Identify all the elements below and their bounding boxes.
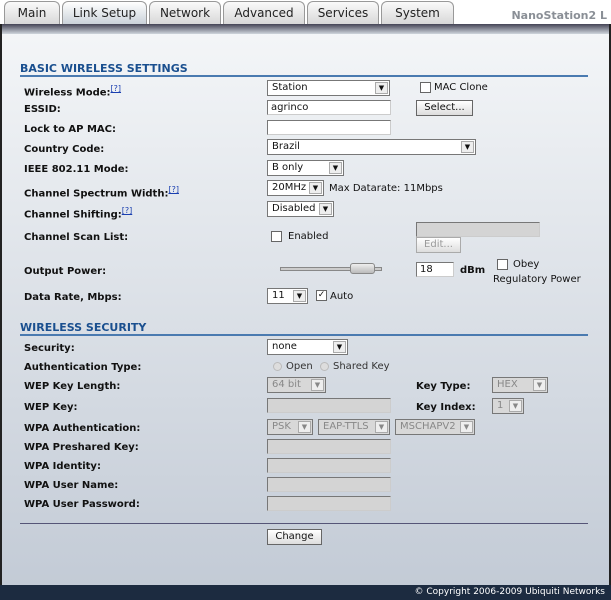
divider [20, 334, 588, 336]
help-link[interactable]: [?] [111, 84, 122, 93]
wep-length-select[interactable]: 64 bit ▼ [267, 377, 326, 393]
footer-copyright: © Copyright 2006-2009 Ubiquiti Networks [0, 585, 611, 600]
wpa-username-label: WPA User Name: [24, 480, 119, 491]
auto-label: Auto [330, 291, 354, 302]
wep-length-label: WEP Key Length: [24, 381, 121, 392]
wpa-username-input[interactable] [267, 477, 391, 492]
mac-clone-label: MAC Clone [434, 82, 488, 93]
shared-key-label: Shared Key [333, 361, 390, 372]
data-rate-label: Data Rate, Mbps: [24, 292, 122, 303]
obey-regulatory-checkbox[interactable] [497, 259, 508, 270]
chevron-down-icon: ▼ [460, 421, 473, 433]
chevron-down-icon: ▼ [309, 182, 322, 194]
change-button[interactable]: Change [267, 529, 322, 545]
scan-enabled-label: Enabled [288, 231, 329, 242]
tab-main[interactable]: Main [4, 1, 60, 24]
chevron-down-icon: ▼ [293, 290, 306, 302]
auth-type-label: Authentication Type: [24, 362, 142, 373]
output-power-input[interactable]: 18 [416, 262, 454, 277]
wpa-psk-label: WPA Preshared Key: [24, 442, 139, 453]
security-select[interactable]: none ▼ [267, 339, 348, 355]
wpa-identity-input[interactable] [267, 458, 391, 473]
scan-list-label: Channel Scan List: [24, 232, 129, 243]
wireless-mode-label: Wireless Mode:[?] [24, 84, 122, 99]
key-type-label: Key Type: [416, 381, 471, 392]
eap-select[interactable]: EAP-TTLS ▼ [318, 419, 390, 435]
wpa-auth-select[interactable]: PSK ▼ [267, 419, 313, 435]
wpa-password-input[interactable] [267, 496, 391, 511]
chevron-down-icon: ▼ [375, 421, 388, 433]
section-security-title: WIRELESS SECURITY [20, 321, 147, 334]
wep-key-input[interactable] [267, 398, 391, 413]
chevron-down-icon: ▼ [461, 141, 474, 153]
chevron-down-icon: ▼ [298, 421, 311, 433]
divider [20, 523, 588, 524]
open-label: Open [286, 361, 313, 372]
dbm-unit: dBm [460, 265, 486, 276]
top-band [2, 24, 609, 34]
tab-network[interactable]: Network [149, 1, 221, 24]
tab-services[interactable]: Services [307, 1, 379, 24]
chevron-down-icon: ▼ [533, 379, 546, 391]
scan-list-input[interactable] [416, 222, 540, 237]
wpa-identity-label: WPA Identity: [24, 461, 101, 472]
shared-key-radio[interactable] [320, 362, 329, 371]
chevron-down-icon: ▼ [319, 203, 332, 215]
security-label: Security: [24, 343, 75, 354]
chevron-down-icon: ▼ [375, 82, 388, 94]
lock-ap-label: Lock to AP MAC: [24, 124, 117, 135]
slider-handle[interactable] [350, 263, 376, 274]
tab-advanced[interactable]: Advanced [223, 1, 305, 24]
max-datarate: Max Datarate: 11Mbps [329, 183, 443, 194]
lock-ap-input[interactable] [267, 120, 391, 135]
data-rate-select[interactable]: 11 ▼ [267, 288, 308, 304]
auto-checkbox[interactable]: ✓ [316, 290, 327, 301]
divider [20, 75, 588, 77]
key-index-select[interactable]: 1 ▼ [492, 398, 524, 414]
section-basic-title: BASIC WIRELESS SETTINGS [20, 62, 188, 75]
output-power-label: Output Power: [24, 266, 107, 277]
spectrum-width-select[interactable]: 20MHz ▼ [267, 180, 324, 196]
wpa-auth-label: WPA Authentication: [24, 423, 141, 434]
chevron-down-icon: ▼ [311, 379, 324, 391]
channel-shifting-select[interactable]: Disabled ▼ [267, 201, 334, 217]
obey-label: Obey [513, 259, 540, 270]
country-code-label: Country Code: [24, 144, 105, 155]
help-link[interactable]: [?] [168, 185, 179, 194]
mschap-select[interactable]: MSCHAPV2 ▼ [395, 419, 475, 435]
key-index-label: Key Index: [416, 402, 476, 413]
tab-link-setup[interactable]: Link Setup [62, 1, 147, 25]
chevron-down-icon: ▼ [333, 341, 346, 353]
channel-shifting-label: Channel Shifting:[?] [24, 206, 133, 221]
chevron-down-icon: ▼ [509, 400, 522, 412]
scan-enabled-checkbox[interactable] [271, 231, 282, 242]
wireless-mode-select[interactable]: Station ▼ [267, 80, 390, 96]
wpa-psk-input[interactable] [267, 439, 391, 454]
wep-key-label: WEP Key: [24, 402, 78, 413]
essid-label: ESSID: [24, 104, 61, 115]
ieee-mode-label: IEEE 802.11 Mode: [24, 164, 129, 175]
edit-button[interactable]: Edit... [416, 237, 461, 253]
chevron-down-icon: ▼ [329, 162, 342, 174]
select-button[interactable]: Select... [416, 100, 473, 116]
wpa-password-label: WPA User Password: [24, 499, 140, 510]
essid-input[interactable]: agrinco [267, 100, 391, 115]
country-code-select[interactable]: Brazil ▼ [267, 139, 476, 155]
regulatory-power-label: Regulatory Power [493, 274, 581, 285]
open-radio[interactable] [273, 362, 282, 371]
tab-system[interactable]: System [381, 1, 454, 24]
key-type-select[interactable]: HEX ▼ [492, 377, 548, 393]
mac-clone-checkbox[interactable] [420, 82, 431, 93]
spectrum-width-label: Channel Spectrum Width:[?] [24, 185, 179, 200]
help-link[interactable]: [?] [122, 206, 133, 215]
device-name: NanoStation2 L [511, 9, 607, 22]
ieee-mode-select[interactable]: B only ▼ [267, 160, 344, 176]
